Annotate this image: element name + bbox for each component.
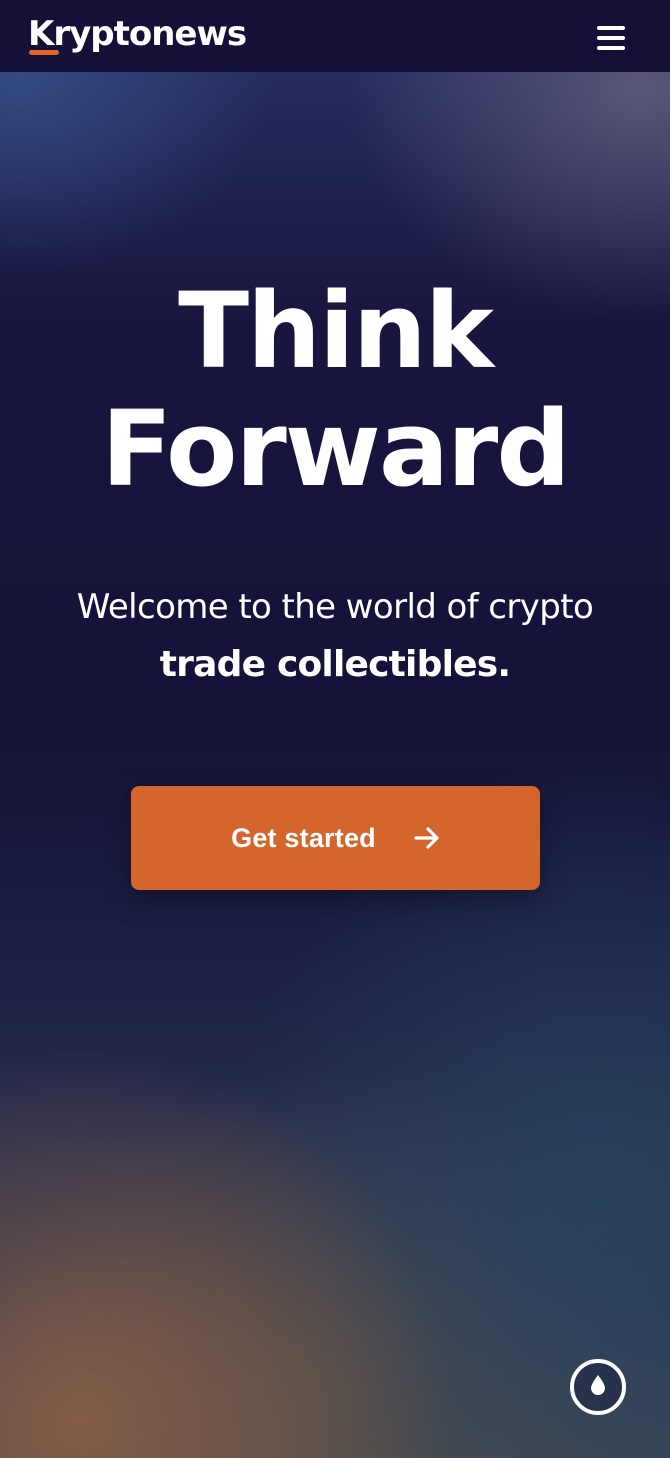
top-header: Kryptonews xyxy=(0,0,670,72)
hero-title: Think Forward xyxy=(0,272,670,508)
droplet-icon xyxy=(589,1374,607,1400)
background-gradient xyxy=(0,0,670,1458)
landing-page: Kryptonews Think Forward Welcome to the … xyxy=(0,0,670,1458)
hero-subtitle: Welcome to the world of crypto trade col… xyxy=(0,582,670,690)
hero-subtitle-line2: trade collectibles. xyxy=(159,644,511,685)
get-started-button[interactable]: Get started xyxy=(131,786,540,890)
menu-bar-top xyxy=(597,26,625,30)
hero-subtitle-line1: Welcome to the world of crypto xyxy=(76,587,594,627)
menu-bar-middle xyxy=(597,36,625,40)
arrow-right-icon xyxy=(414,826,440,850)
hero-title-line1: Think xyxy=(178,270,494,392)
menu-bar-bottom xyxy=(597,46,625,50)
logo-accent-underline xyxy=(29,50,59,55)
get-started-label: Get started xyxy=(231,822,376,853)
logo[interactable]: Kryptonews xyxy=(28,12,247,56)
theme-toggle-button[interactable] xyxy=(570,1359,626,1415)
hero-title-line2: Forward xyxy=(101,388,571,510)
hamburger-menu-icon[interactable] xyxy=(592,22,630,54)
